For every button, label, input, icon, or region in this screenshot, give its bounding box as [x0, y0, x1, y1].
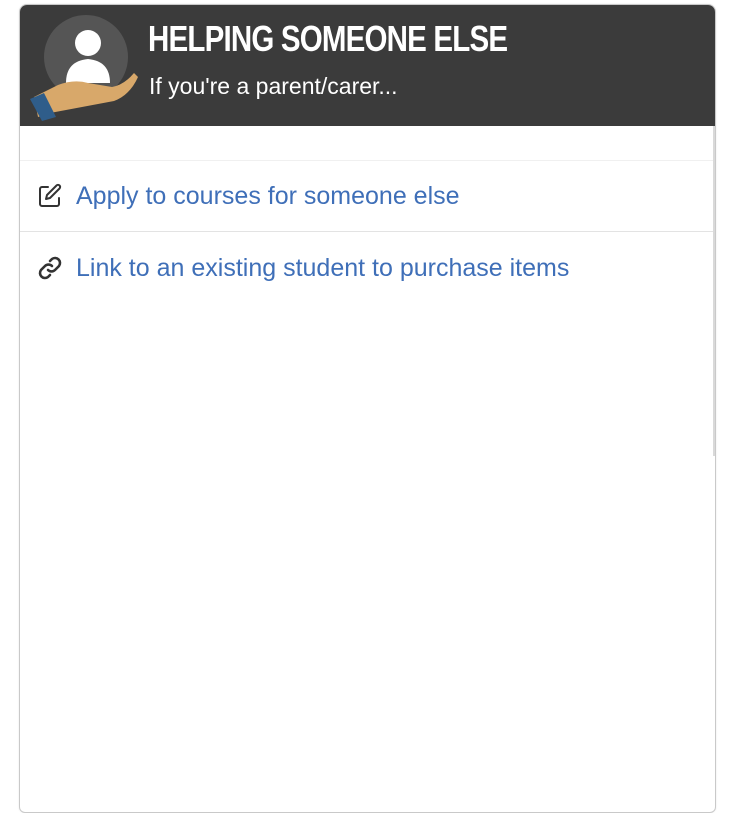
panel-title: HELPING SOMEONE ELSE: [148, 18, 508, 59]
link-existing-student-link[interactable]: Link to an existing student to purchase …: [20, 232, 715, 303]
person-in-hand-icon: [26, 13, 138, 121]
panel-subtitle: If you're a parent/carer...: [149, 73, 398, 99]
panel-header: HELPING SOMEONE ELSE If you're a parent/…: [20, 5, 715, 126]
apply-for-someone-else-link[interactable]: Apply to courses for someone else: [20, 160, 715, 232]
link-icon: [36, 254, 64, 282]
helper-options-list: Apply to courses for someone else Link t…: [20, 126, 715, 303]
helping-someone-else-panel: HELPING SOMEONE ELSE If you're a parent/…: [19, 4, 716, 813]
apply-for-someone-else-label: Apply to courses for someone else: [76, 182, 460, 210]
panel-edge-shadow: [713, 126, 715, 456]
link-existing-student-label: Link to an existing student to purchase …: [76, 253, 570, 282]
edit-icon: [36, 182, 64, 210]
